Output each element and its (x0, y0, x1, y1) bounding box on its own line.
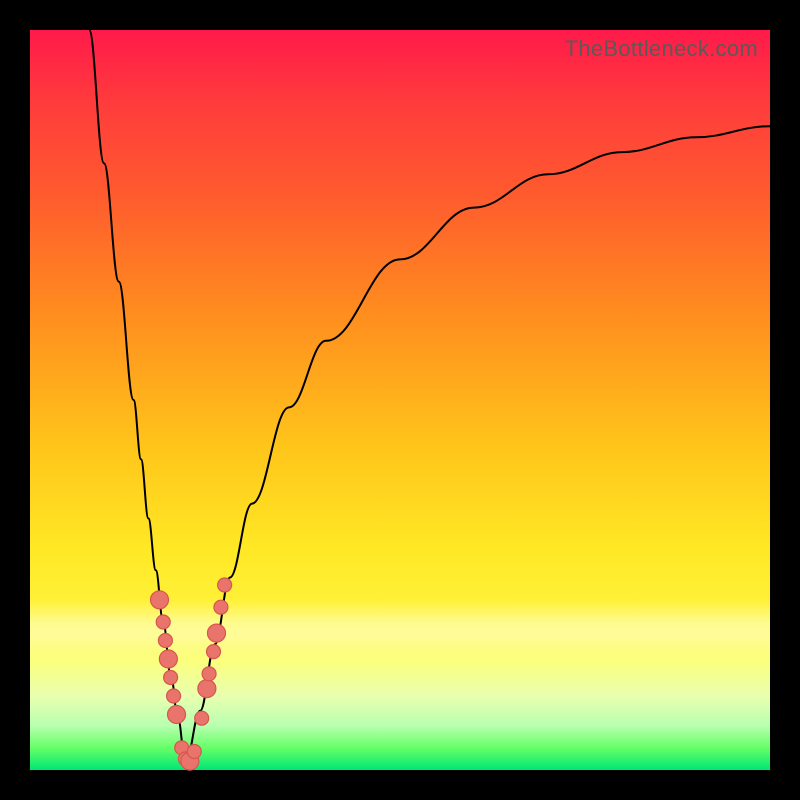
bead-point (207, 624, 225, 642)
bead-point (207, 645, 221, 659)
bead-point (167, 689, 181, 703)
plot-area: TheBottleneck.com (30, 30, 770, 770)
bead-point (164, 671, 178, 685)
bead-point (159, 650, 177, 668)
bead-point (218, 578, 232, 592)
bead-point (195, 711, 209, 725)
bead-point (214, 600, 228, 614)
bead-point (198, 680, 216, 698)
curve-right-branch (185, 126, 770, 762)
bead-point (202, 667, 216, 681)
chart-svg (30, 30, 770, 770)
bead-point (168, 706, 186, 724)
bead-point (151, 591, 169, 609)
bead-point (187, 745, 201, 759)
chart-frame: TheBottleneck.com (0, 0, 800, 800)
bead-point (156, 615, 170, 629)
bead-point (158, 634, 172, 648)
